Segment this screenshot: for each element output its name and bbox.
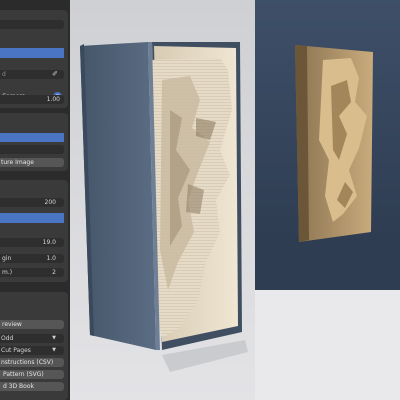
scale-field[interactable]: 1.00	[0, 95, 64, 104]
export-instructions-button[interactable]: nstructions (CSV)	[0, 358, 64, 367]
param-value-1: 19.0	[42, 239, 56, 246]
capture-image-button[interactable]: ture Image	[0, 158, 64, 167]
properties-sidebar: d ✐ Camera ◉ 1.00 ture Image 200 19.0 gi…	[0, 0, 70, 400]
param-value-2: 1.0	[46, 255, 56, 262]
param-field-1[interactable]: 19.0	[0, 238, 64, 247]
render-preview	[255, 0, 400, 290]
chevron-down-icon: ▼	[52, 347, 56, 353]
preview-label: review	[2, 321, 22, 328]
resolution-field[interactable]: 200	[0, 198, 64, 207]
resolution-value: 200	[44, 199, 56, 206]
image-path-field[interactable]: d ✐	[0, 70, 64, 79]
export-pattern-button[interactable]: Pattern (SVG)	[0, 370, 64, 379]
preview-button[interactable]: review	[0, 320, 64, 329]
param-field-2[interactable]: gin 1.0	[0, 254, 64, 263]
render-floor	[255, 290, 400, 400]
cut-mode-dropdown[interactable]: Cut Pages ▼	[0, 346, 64, 355]
build-book-label: d 3D Book	[3, 383, 34, 390]
image-selector-highlight[interactable]	[0, 48, 64, 58]
texture-selector-highlight[interactable]	[0, 133, 64, 142]
image-path-text: d	[2, 71, 6, 78]
capture-image-label: ture Image	[1, 159, 34, 166]
export-instructions-label: nstructions (CSV)	[1, 359, 54, 366]
export-panel: review Odd ▼ Cut Pages ▼ nstructions (CS…	[0, 292, 68, 400]
render-preview-illustration	[255, 0, 400, 290]
book-photo-illustration	[70, 0, 255, 400]
param-field-3[interactable]: m.) 2	[0, 268, 64, 277]
chevron-down-icon: ▼	[52, 335, 56, 341]
page-parity-value: Odd	[1, 335, 14, 342]
param-label-3: m.)	[2, 269, 13, 276]
image-panel: d ✐ Camera ◉	[0, 10, 68, 108]
settings-panel: 200 19.0 gin 1.0 m.) 2	[0, 180, 68, 282]
param-value-3: 2	[52, 269, 56, 276]
export-pattern-label: Pattern (SVG)	[3, 371, 44, 378]
image-slot[interactable]	[0, 20, 64, 29]
build-book-button[interactable]: d 3D Book	[0, 382, 64, 391]
texture-slot[interactable]	[0, 145, 64, 154]
cut-mode-value: Cut Pages	[1, 347, 31, 354]
param-label-2: gin	[2, 255, 12, 262]
texture-panel: ture Image	[0, 113, 68, 171]
mode-selector-highlight[interactable]	[0, 213, 64, 223]
page-parity-dropdown[interactable]: Odd ▼	[0, 334, 64, 343]
eyedropper-icon[interactable]: ✐	[52, 70, 58, 79]
book-photo	[70, 0, 255, 400]
scale-value: 1.00	[46, 96, 60, 103]
